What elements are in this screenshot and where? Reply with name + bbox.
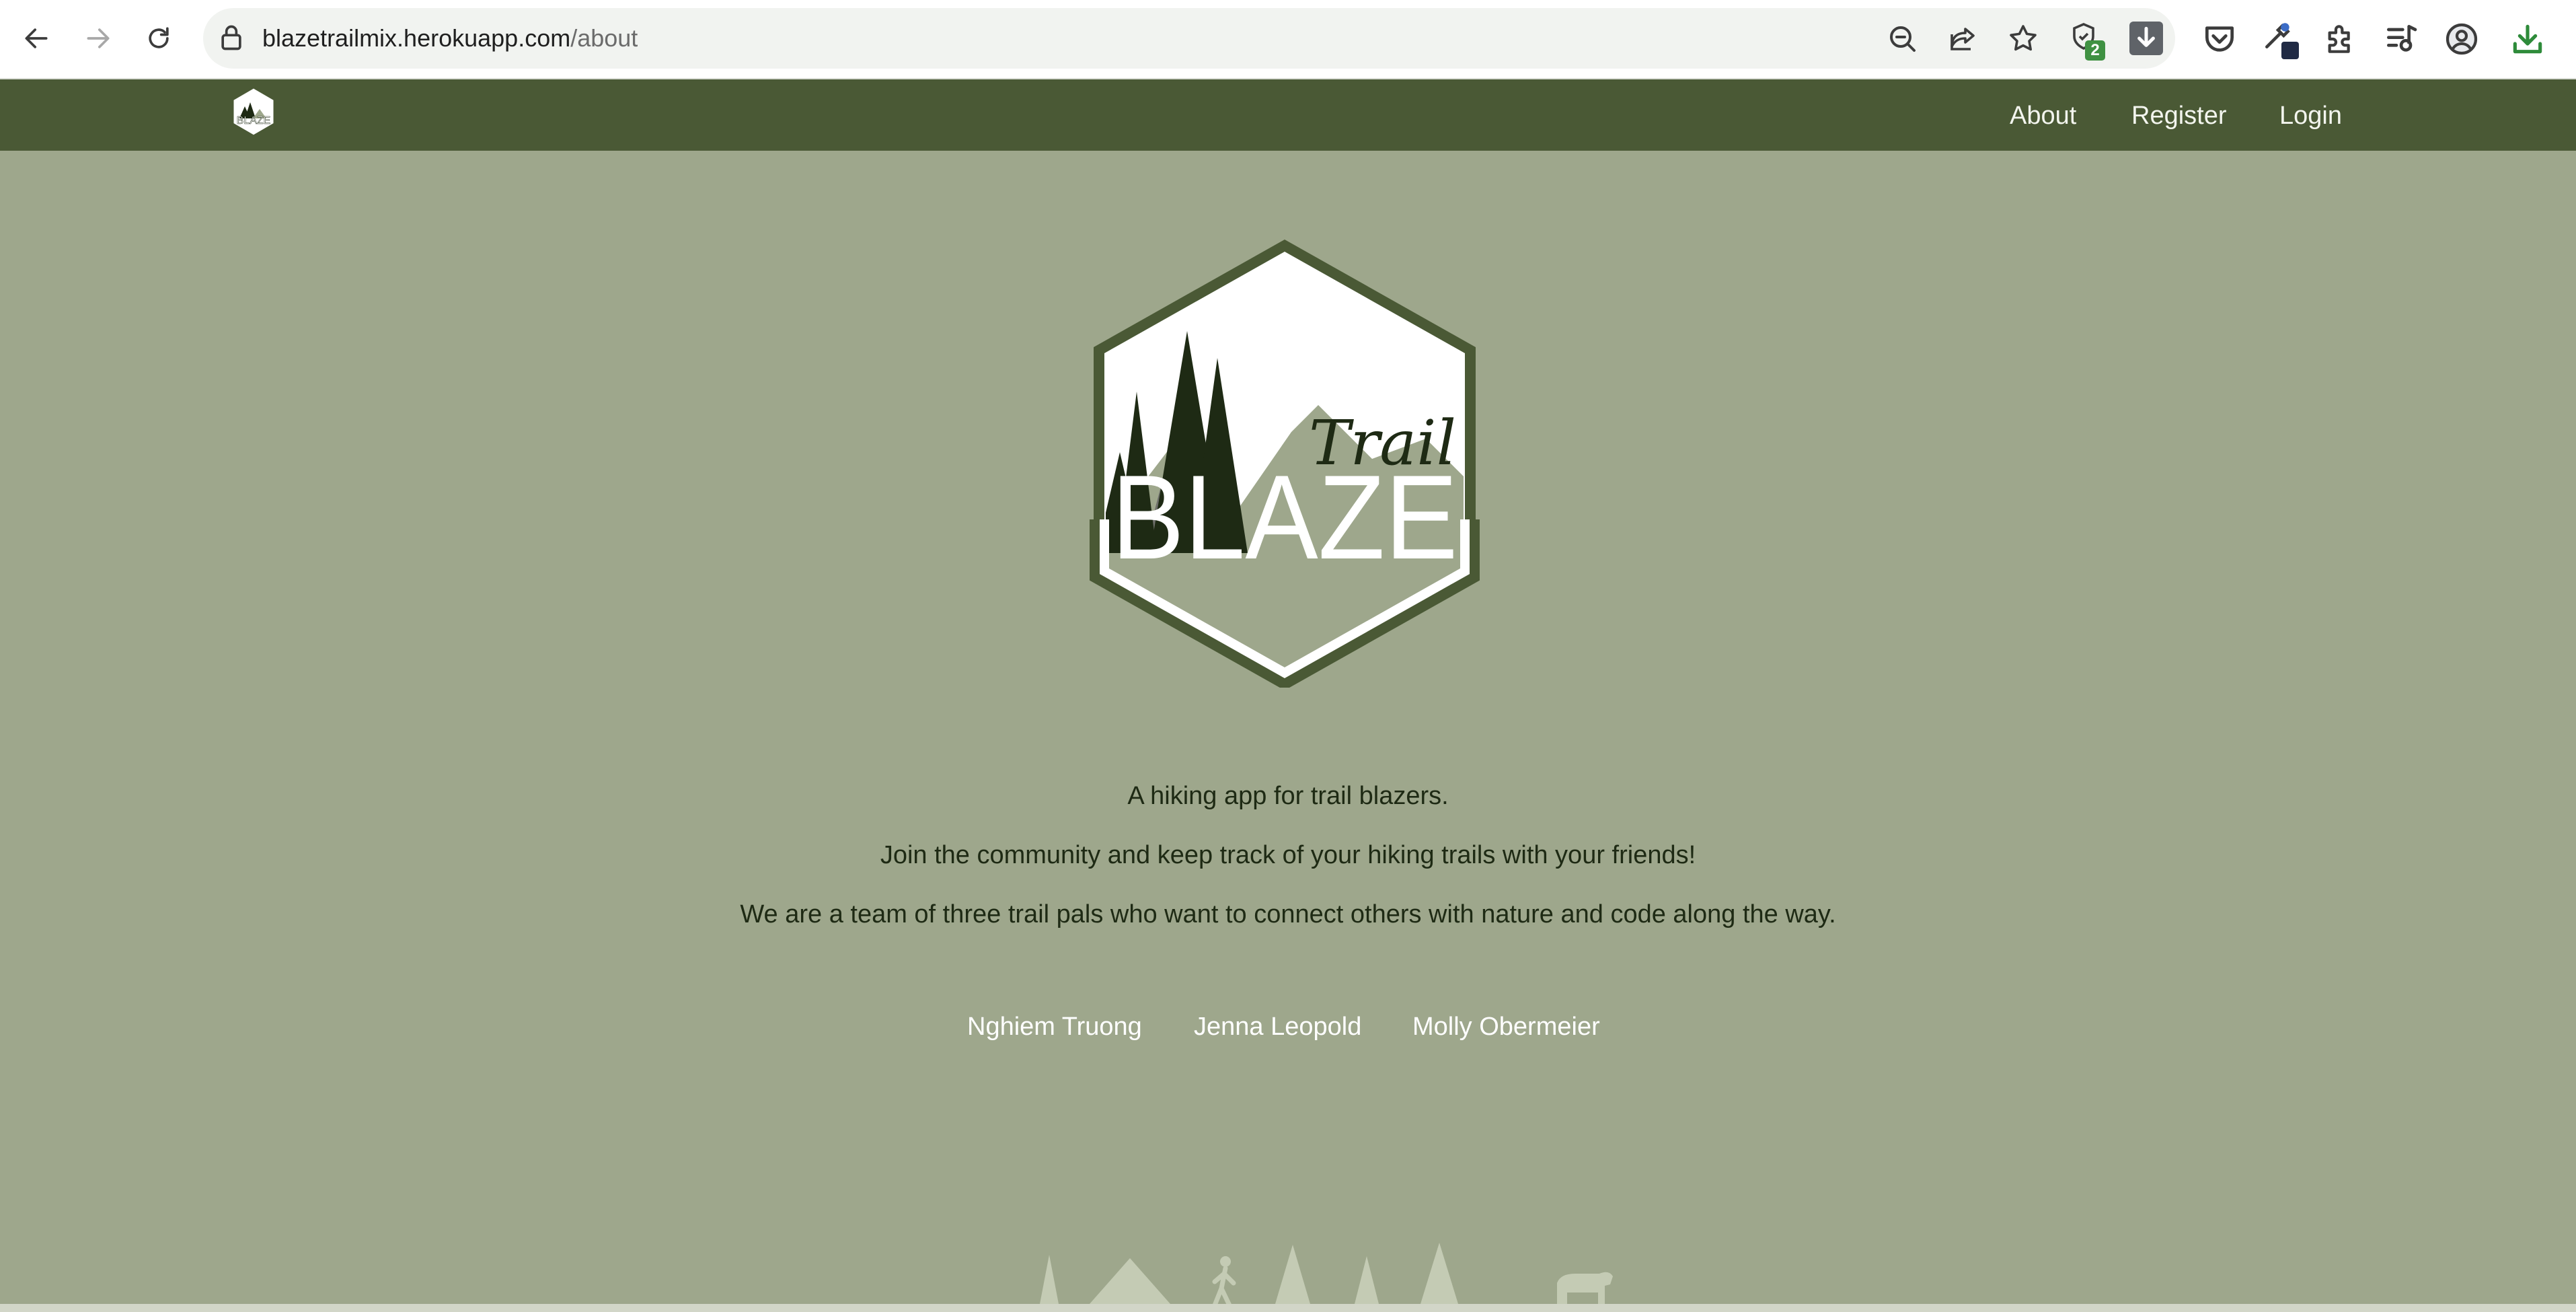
- footer-tree-icon: [1040, 1255, 1059, 1304]
- team-member-link[interactable]: Nghiem Truong: [967, 1013, 1142, 1042]
- download-extension[interactable]: [2129, 22, 2163, 55]
- about-line-2: Join the community and keep track of you…: [880, 841, 1696, 869]
- footer-hiker-icon: [1212, 1256, 1236, 1308]
- address-bar[interactable]: blazetrailmix.herokuapp.com/about 2: [203, 8, 2175, 69]
- url-path: /about: [570, 24, 638, 52]
- site-navbar: BLAZE About Register Login: [0, 79, 2576, 151]
- logo-blaze-text: BLAZE: [1112, 450, 1458, 584]
- brand-logo-text: BLAZE: [237, 115, 271, 126]
- browser-toolbar: blazetrailmix.herokuapp.com/about 2: [0, 0, 2576, 79]
- back-arrow-icon: [25, 28, 48, 48]
- footer-tree-icon: [1355, 1256, 1379, 1304]
- nav-login-link[interactable]: Login: [2279, 79, 2342, 151]
- footer-bear-icon: [1557, 1272, 1613, 1304]
- zoom-out-icon[interactable]: [1886, 22, 1918, 54]
- forward-button[interactable]: [79, 20, 117, 57]
- eyedropper-badge: [2281, 42, 2299, 59]
- forward-arrow-icon: [87, 28, 110, 48]
- media-queue-icon[interactable]: [2382, 20, 2420, 58]
- profile-icon[interactable]: [2443, 20, 2480, 58]
- footer-strip: [0, 1304, 2576, 1312]
- brand-logo[interactable]: BLAZE: [230, 86, 277, 137]
- url-text[interactable]: blazetrailmix.herokuapp.com/about: [262, 8, 638, 69]
- puzzle-icon[interactable]: [2322, 20, 2359, 58]
- about-line-3: We are a team of three trail pals who wa…: [740, 900, 1836, 928]
- nav-about-link[interactable]: About: [2010, 79, 2076, 151]
- team-member-link[interactable]: Jenna Leopold: [1194, 1013, 1361, 1042]
- footer-tree-icon: [1275, 1245, 1310, 1304]
- share-icon[interactable]: [1946, 22, 1979, 54]
- lock-icon[interactable]: [217, 23, 246, 52]
- trail-blaze-logo: Trail BLAZE: [1090, 240, 1480, 688]
- back-button[interactable]: [17, 20, 55, 57]
- reload-icon: [149, 27, 169, 48]
- star-icon[interactable]: [2007, 22, 2039, 54]
- about-line-1: A hiking app for trail blazers.: [1127, 782, 1449, 810]
- pocket-icon[interactable]: [2201, 20, 2238, 58]
- footer-tree-icon: [1420, 1243, 1458, 1304]
- url-host: blazetrailmix.herokuapp.com: [262, 24, 571, 52]
- reload-button[interactable]: [140, 20, 178, 57]
- eyedropper-extension[interactable]: [2261, 19, 2303, 61]
- download-arrow-icon: [2137, 26, 2155, 47]
- team-member-link[interactable]: Molly Obermeier: [1412, 1013, 1600, 1042]
- download-icon[interactable]: [2509, 20, 2546, 58]
- shield-extension[interactable]: 2: [2068, 20, 2108, 61]
- shield-badge: 2: [2085, 40, 2105, 61]
- nav-register-link[interactable]: Register: [2131, 79, 2227, 151]
- footer-nature-silhouette: [1040, 1243, 1613, 1308]
- footer-tent-icon: [1090, 1258, 1170, 1304]
